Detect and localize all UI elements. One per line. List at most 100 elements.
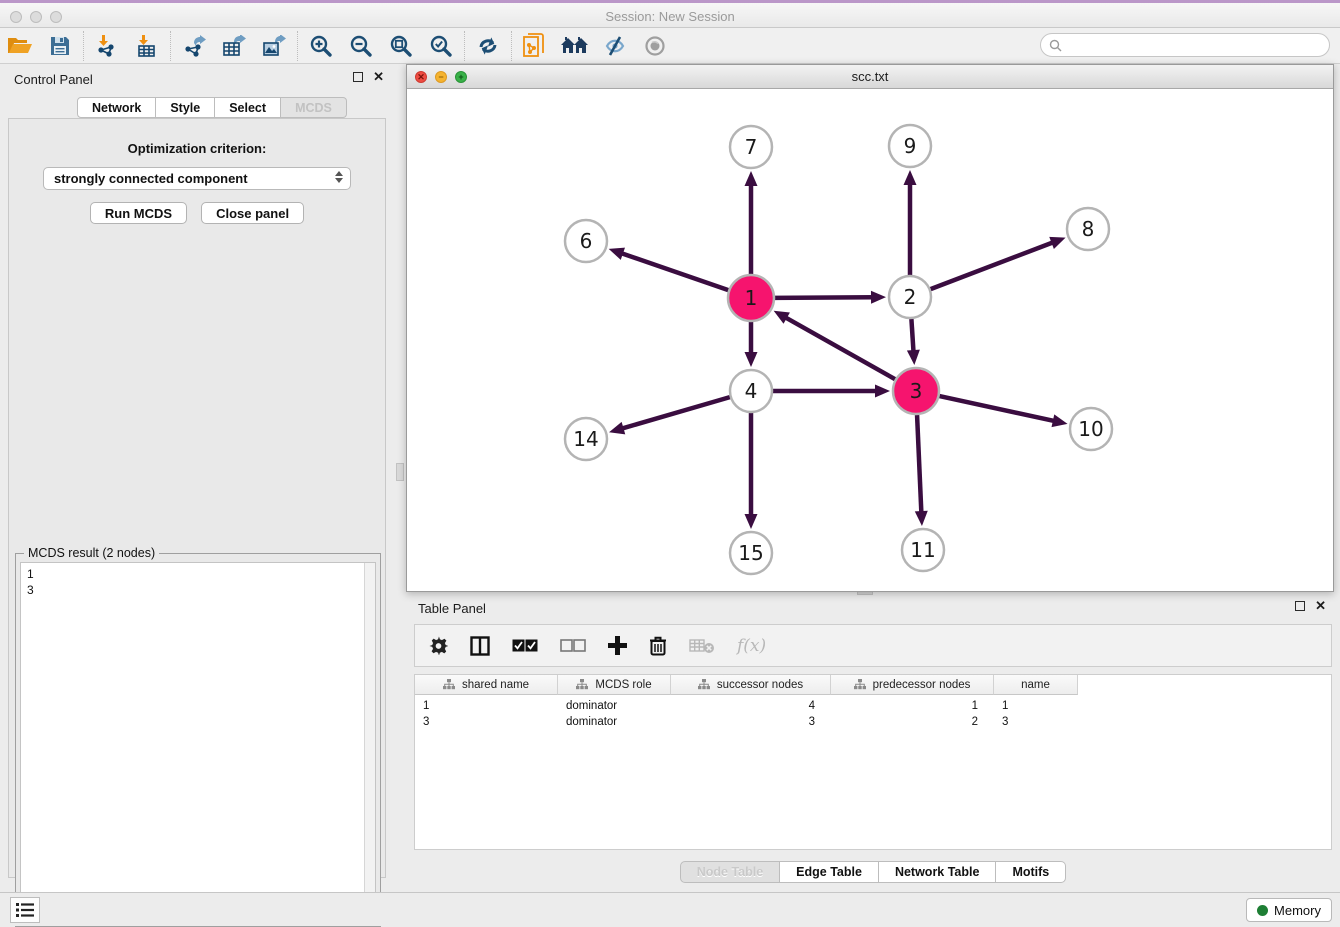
result-scrollbar[interactable] [364,563,375,921]
table-cell: 1 [415,698,558,714]
houses-icon[interactable] [555,30,595,62]
node-14[interactable]: 14 [565,418,607,460]
column-header-shared-name[interactable]: shared name [415,675,558,695]
edge-3-11[interactable] [917,415,921,514]
table-options-gear-icon[interactable] [429,636,448,655]
optimization-criterion-select[interactable]: strongly connected component [43,167,351,190]
toolbar-separator [297,31,298,61]
run-mcds-button[interactable]: Run MCDS [90,202,187,224]
export-network-icon[interactable] [174,30,214,62]
apply-layout-icon[interactable] [468,30,508,62]
memory-button[interactable]: Memory [1246,898,1332,922]
arrowhead-icon [745,171,758,186]
edge-1-2[interactable] [775,297,874,298]
node-15[interactable]: 15 [730,532,772,574]
select-all-columns-icon[interactable] [512,639,538,652]
search-icon [1049,39,1062,52]
node-10[interactable]: 10 [1070,408,1112,450]
toolbar-separator [170,31,171,61]
tab-style[interactable]: Style [156,97,215,118]
svg-text:7: 7 [745,135,758,159]
control-panel-header: Control Panel ✕ [0,64,394,94]
show-panels-button[interactable] [10,897,40,923]
mcds-result-text[interactable]: 13 [20,562,376,922]
float-table-panel-icon[interactable] [1295,601,1305,611]
zoom-selected-icon[interactable] [421,30,461,62]
delete-column-icon[interactable] [649,636,667,656]
hide-graphics-details-icon[interactable] [595,30,635,62]
arrowhead-icon [609,422,625,434]
node-4[interactable]: 4 [730,370,772,412]
tab-node-table[interactable]: Node Table [680,861,780,883]
add-column-icon[interactable] [608,636,627,655]
column-settings-icon[interactable] [470,636,490,656]
table-row[interactable]: 3dominator323 [415,714,1331,730]
close-panel-button[interactable]: Close panel [201,202,304,224]
clone-network-icon[interactable] [515,30,555,62]
tab-motifs[interactable]: Motifs [996,861,1066,883]
import-table-icon[interactable] [127,30,167,62]
edge-1-6[interactable] [620,253,728,290]
import-network-icon[interactable] [87,30,127,62]
column-header-predecessor-nodes[interactable]: predecessor nodes [831,675,994,695]
table-cell: 3 [671,714,831,730]
tab-select[interactable]: Select [215,97,281,118]
edge-2-8[interactable] [931,242,1055,289]
svg-text:3: 3 [910,379,923,403]
table-row[interactable]: 1dominator411 [415,698,1331,714]
svg-text:4: 4 [745,379,758,403]
svg-text:2: 2 [904,285,917,309]
arrowhead-icon [609,248,625,260]
svg-text:1: 1 [745,286,758,310]
mcds-tab-content: Optimization criterion: strongly connect… [8,118,386,878]
svg-text:11: 11 [910,538,935,562]
tab-mcds[interactable]: MCDS [281,97,347,118]
show-graphics-details-icon [635,30,675,62]
edge-3-10[interactable] [939,396,1055,421]
unselect-all-columns-icon[interactable] [560,639,586,652]
table-panel: Table Panel ✕ [406,596,1340,888]
column-header-mcds-role[interactable]: MCDS role [558,675,671,695]
arrowhead-icon [1052,414,1068,427]
edge-4-14[interactable] [621,397,730,429]
node-6[interactable]: 6 [565,220,607,262]
search-field[interactable] [1040,33,1330,57]
tab-network[interactable]: Network [77,97,156,118]
tab-network-table[interactable]: Network Table [879,861,997,883]
edge-3-1[interactable] [784,317,895,380]
node-11[interactable]: 11 [902,529,944,571]
float-panel-icon[interactable] [353,72,363,82]
export-table-icon[interactable] [214,30,254,62]
node-1[interactable]: 1 [728,275,774,321]
zoom-out-icon[interactable] [341,30,381,62]
column-header-name[interactable]: name [994,675,1078,695]
vertical-splitter-handle[interactable] [396,463,404,481]
mcds-result-title: MCDS result (2 nodes) [24,546,159,560]
svg-text:9: 9 [904,134,917,158]
arrowhead-icon [915,511,928,526]
close-panel-icon[interactable]: ✕ [373,72,384,82]
node-table[interactable]: shared nameMCDS rolesuccessor nodesprede… [414,674,1332,850]
node-3[interactable]: 3 [893,368,939,414]
open-folder-icon[interactable] [0,30,40,62]
network-canvas[interactable]: 7 9 6 8 1 2 4 3 14 10 15 11 [407,89,1333,591]
arrowhead-icon [745,514,758,529]
search-input[interactable] [1062,35,1329,55]
optimization-criterion-label: Optimization criterion: [9,141,385,156]
column-header-successor-nodes[interactable]: successor nodes [671,675,831,695]
node-7[interactable]: 7 [730,126,772,168]
export-image-icon[interactable] [254,30,294,62]
zoom-fit-icon[interactable] [381,30,421,62]
table-cell: 1 [831,698,994,714]
save-icon[interactable] [40,30,80,62]
control-panel-tabs: NetworkStyleSelectMCDS [77,97,347,118]
destroy-table-icon [689,638,715,654]
node-2[interactable]: 2 [889,276,931,318]
node-9[interactable]: 9 [889,125,931,167]
zoom-in-icon[interactable] [301,30,341,62]
tab-edge-table[interactable]: Edge Table [780,861,879,883]
node-8[interactable]: 8 [1067,208,1109,250]
edge-2-3[interactable] [911,319,913,353]
close-table-panel-icon[interactable]: ✕ [1315,601,1326,611]
toolbar-separator [511,31,512,61]
